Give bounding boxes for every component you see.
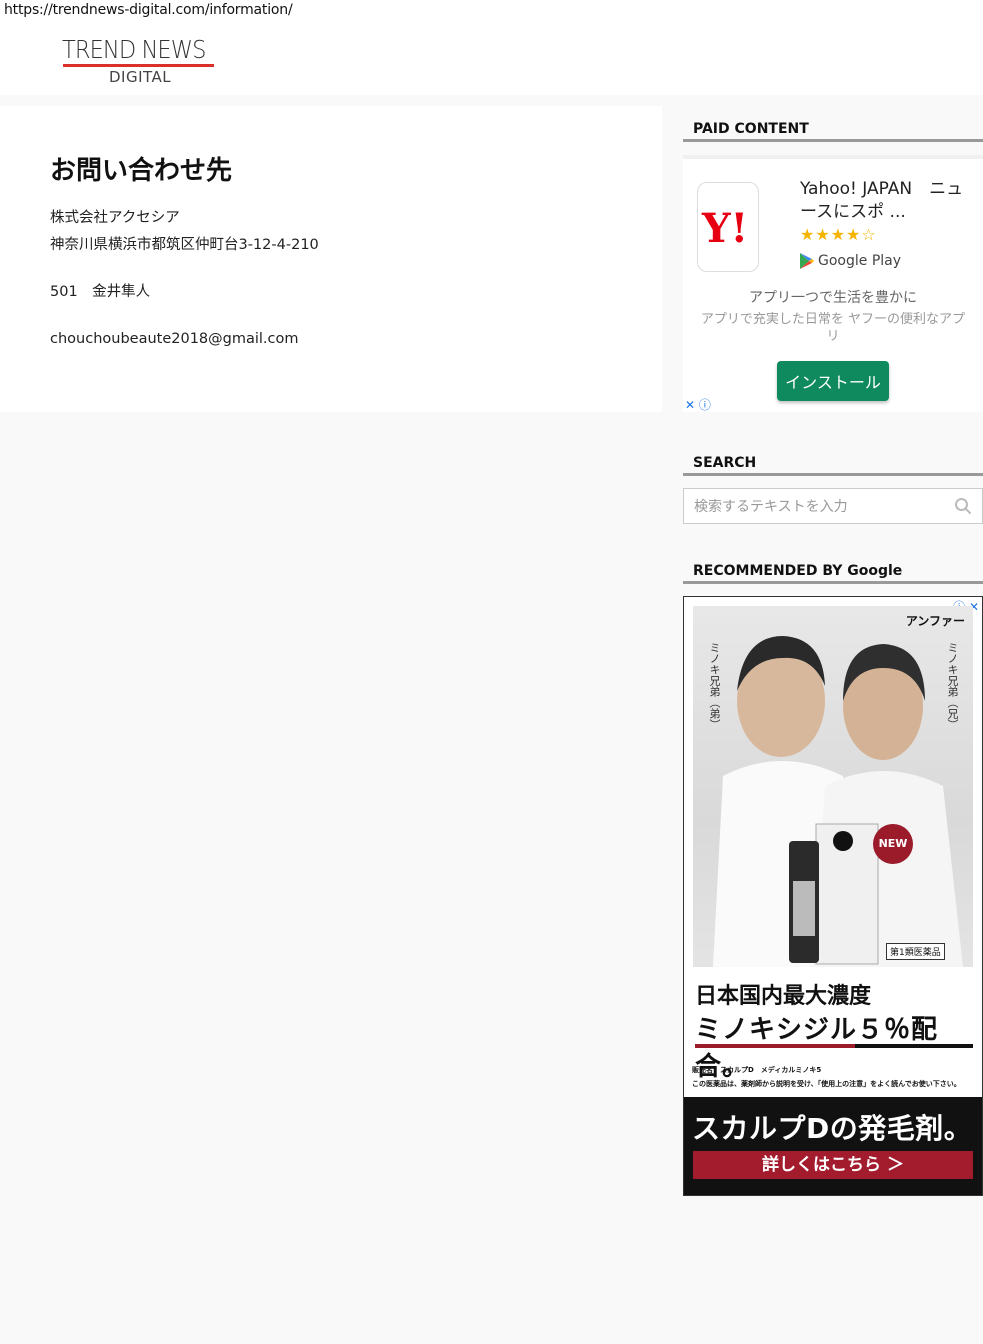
models-illustration <box>713 636 963 967</box>
contact-email[interactable]: chouchoubeaute2018@gmail.com <box>50 326 299 353</box>
search-title: SEARCH <box>683 440 983 476</box>
paid-content-title: PAID CONTENT <box>683 106 983 142</box>
fine-print-2: この医薬品は、薬剤師から説明を受け、「使用上の注意」をよく読んでお使い下さい。 <box>692 1080 961 1088</box>
adchoices-icon[interactable]: ✕ ⓘ <box>685 396 711 413</box>
logo-subtext: DIGITAL <box>109 68 172 86</box>
search-input[interactable] <box>684 489 956 525</box>
search-icon[interactable] <box>954 497 972 515</box>
recommended-title: RECOMMENDED BY Google <box>683 548 983 584</box>
banner-footer-headline: スカルプDの発毛剤。 <box>692 1112 973 1145</box>
google-play-icon <box>800 253 814 269</box>
fine-print-1: 販売名：スカルプD メディカルミノキ5 <box>692 1066 822 1074</box>
rating-stars: ★★★★☆ <box>800 225 877 244</box>
ad-headline: アプリ一つで生活を豊かに <box>749 290 917 306</box>
company-name: 株式会社アクセシア <box>50 210 180 226</box>
banner-headline-1: 日本国内最大濃度 <box>695 984 872 1009</box>
contact-person: 501 金井隼人 <box>50 284 151 300</box>
page-url: https://trendnews-digital.com/informatio… <box>0 0 293 20</box>
logo-text: TREND NEWS <box>62 35 206 64</box>
logo-underline <box>63 64 214 67</box>
app-name[interactable]: Yahoo! JAPAN ニュースにスポ ... <box>800 178 970 224</box>
new-badge: NEW <box>873 824 913 864</box>
details-button[interactable]: 詳しくはこちら ＞ <box>693 1151 973 1179</box>
ad-description: アプリで充実した日常を ヤフーの便利なアプリ <box>700 312 966 344</box>
install-button[interactable]: インストール <box>777 361 889 401</box>
drug-class-label: 第1類医薬品 <box>886 943 945 960</box>
app-install-ad[interactable]: Y! Yahoo! JAPAN ニュースにスポ ... ★★★★☆ Google… <box>683 155 983 412</box>
ad-photo: アンファー ミノキ兄弟（弟） ミノキ兄弟（兄） NEW 第1類医薬品 <box>693 606 973 967</box>
page-title: お問い合わせ先 <box>50 156 233 186</box>
search-box <box>683 488 983 525</box>
site-logo[interactable]: TREND NEWS DIGITAL <box>62 36 214 86</box>
store-label: Google Play <box>818 253 902 269</box>
scalp-d-banner-ad[interactable]: ⓘ ✕ アンファー ミノキ兄弟（弟） ミノキ兄弟（兄） NEW 第1類医薬品 日… <box>683 596 983 1196</box>
yahoo-app-icon[interactable]: Y! <box>697 182 759 272</box>
svg-text:Y!: Y! <box>701 205 748 250</box>
main-content: お問い合わせ先 株式会社アクセシア 神奈川県横浜市都筑区仲町台3-12-4-21… <box>0 106 662 412</box>
banner-footer: スカルプDの発毛剤。 詳しくはこちら ＞ <box>684 1097 982 1195</box>
company-address: 神奈川県横浜市都筑区仲町台3-12-4-210 <box>50 237 319 253</box>
google-play-badge: Google Play <box>800 253 901 269</box>
headline-underline <box>695 1044 973 1048</box>
